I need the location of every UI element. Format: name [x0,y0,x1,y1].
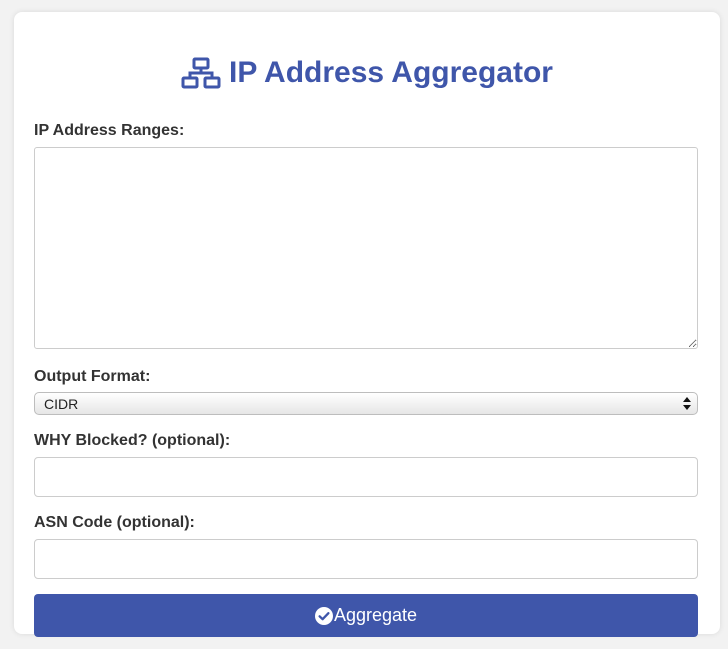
ip-ranges-label: IP Address Ranges: [34,122,185,139]
output-format-selected: CIDR [44,395,79,412]
network-icon [181,57,221,89]
aggregate-button-label: Aggregate [333,605,418,625]
asn-code-input[interactable] [34,539,698,579]
ip-ranges-textarea[interactable] [34,147,698,349]
select-updown-arrows-icon [682,395,692,412]
asn-code-label: ASN Code (optional): [34,514,195,531]
aggregate-button[interactable]: Aggregate [34,594,698,637]
output-format-select[interactable]: CIDR [34,392,698,415]
why-blocked-input[interactable] [34,457,698,497]
output-format-label: Output Format: [34,368,151,385]
why-blocked-label: WHY Blocked? (optional): [34,432,231,449]
page-title-text: IP Address Aggregator [229,56,553,89]
aggregator-card: IP Address Aggregator IP Address Ranges:… [14,12,720,637]
check-circle-icon [314,606,333,625]
page-title: IP Address Aggregator [34,12,700,92]
